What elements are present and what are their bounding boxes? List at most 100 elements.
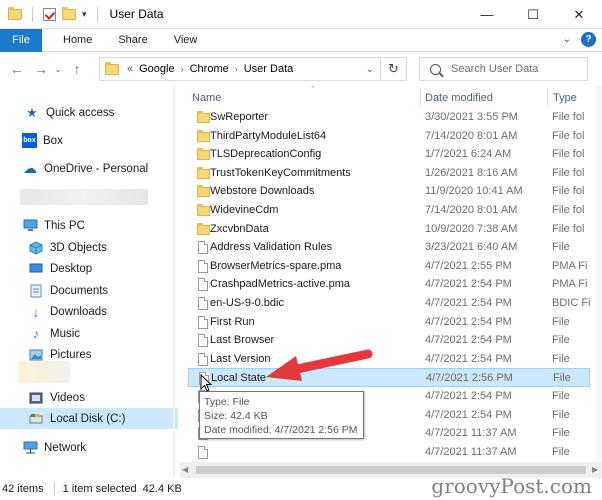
refresh-icon[interactable]: ↻ [381, 57, 407, 81]
breadcrumb-google[interactable]: Google [139, 63, 174, 75]
table-row[interactable]: ThirdPartyModuleList64 7/14/2020 8:01 AM F… [188, 127, 590, 146]
column-divider[interactable] [420, 88, 421, 108]
file-date-modified: 4/7/2021 2:54 PM [425, 297, 512, 309]
tab-home[interactable]: Home [50, 29, 105, 52]
sidebar-item-label: Videos [50, 391, 85, 404]
forward-arrow-icon[interactable]: → [30, 58, 52, 80]
cloud-icon: ☁ [23, 160, 37, 176]
chevron-right-icon[interactable]: › [181, 64, 184, 74]
tooltip-date: Date modified: 4/7/2021 2:56 PM [204, 424, 358, 436]
address-bar[interactable]: « Google › Chrome › User Data ⌄ [99, 57, 381, 81]
table-row[interactable]: en-US-9-0.bdic 4/7/2021 2:54 PM BDIC Fi [188, 294, 591, 313]
file-date-modified: 11/9/2020 10:41 AM [425, 185, 523, 198]
sidebar-item-desktop[interactable]: Desktop [0, 258, 178, 279]
recent-locations-chevron-icon[interactable]: ⌄ [52, 58, 64, 80]
expand-ribbon-chevron-icon[interactable]: ⌄ [563, 34, 571, 45]
navigation-pane: ★ Quick access box Box ☁ OneDrive - Pers… [0, 86, 178, 478]
address-dropdown-icon[interactable]: ⌄ [366, 64, 374, 75]
table-row[interactable]: TrustTokenKeyCommitments 1/26/2021 8:16 A… [188, 164, 590, 183]
file-icon [198, 352, 208, 366]
sidebar-item-box[interactable]: box Box [0, 130, 178, 151]
properties-icon[interactable] [43, 7, 56, 21]
sidebar-item-label: OneDrive - Personal [44, 162, 149, 175]
vertical-scrollbar[interactable] [596, 86, 602, 462]
window-controls: — ☐ ✕ [464, 0, 602, 29]
file-name: Webstore Downloads [210, 185, 315, 198]
file-date-modified: 4/7/2021 11:37 AM [425, 445, 517, 458]
column-header-type[interactable]: Type [553, 92, 577, 104]
column-divider[interactable] [547, 88, 548, 108]
scrollbar-thumb[interactable] [196, 466, 586, 474]
table-row[interactable]: Last Browser 4/7/2021 2:54 PM File [188, 331, 590, 350]
table-row[interactable]: Local State 4/7/2021 2:56 PM File [188, 368, 590, 388]
table-row[interactable]: TLSDeprecationConfig 1/7/2021 6:24 AM File… [188, 145, 590, 164]
help-icon[interactable]: ? [581, 32, 596, 47]
file-icon [198, 445, 208, 459]
table-row[interactable]: Webstore Downloads 11/9/2020 10:41 AM File… [188, 182, 590, 201]
file-name: TLSDeprecationConfig [210, 148, 322, 161]
breadcrumb-user-data[interactable]: User Data [244, 63, 294, 75]
table-row[interactable]: Last Version 4/7/2021 2:54 PM File [188, 350, 590, 369]
cube-icon [28, 240, 44, 255]
scroll-right-icon[interactable]: ▶ [592, 465, 598, 474]
sidebar-item-downloads[interactable]: ↓ Downloads [0, 301, 178, 322]
table-row[interactable]: SwReporter 3/30/2021 3:55 PM File fol [188, 108, 590, 127]
back-arrow-icon[interactable]: ← [6, 58, 28, 80]
file-type: File fol [552, 185, 585, 198]
file-date-modified: 4/7/2021 11:37 AM [425, 427, 517, 440]
sidebar-item-3d-objects[interactable]: 3D Objects [0, 237, 178, 258]
close-button[interactable]: ✕ [556, 0, 602, 29]
sidebar-item-videos[interactable]: Videos [0, 387, 178, 408]
table-row[interactable]: Address Validation Rules 3/23/2021 6:40 A… [188, 238, 590, 257]
file-name: Address Validation Rules [210, 241, 333, 254]
column-header-name[interactable]: Name [192, 92, 221, 104]
customize-toolbar-dropdown-icon[interactable]: ▾ [82, 9, 87, 20]
file-name: First Run [210, 315, 255, 328]
tab-file[interactable]: File [0, 28, 42, 52]
folder-icon [197, 222, 210, 235]
table-row[interactable]: CrashpadMetrics-active.pma 4/7/2021 2:54 … [188, 275, 590, 294]
new-folder-icon[interactable] [62, 6, 76, 20]
sidebar-item-music[interactable]: ♪ Music [0, 323, 178, 344]
redacted-area [20, 189, 148, 205]
selection-info: 1 item selected 42.4 KB [62, 483, 182, 495]
table-row[interactable]: First Run 4/7/2021 2:54 PM File [188, 313, 590, 332]
window-title: User Data [109, 7, 164, 21]
navigation-pane-scrollbar[interactable] [173, 86, 175, 478]
sidebar-item-quick-access[interactable]: ★ Quick access [0, 102, 178, 123]
table-row[interactable]: ZxcvbnData 10/9/2020 7:38 AM File fol [188, 220, 590, 239]
search-icon [430, 63, 441, 75]
title-bar: ▾ User Data — ☐ ✕ [0, 0, 602, 29]
column-header-date[interactable]: Date modified [425, 92, 493, 104]
sidebar-item-network[interactable]: Network [0, 437, 178, 458]
sidebar-item-local-disk[interactable]: Local Disk (C:) [0, 408, 178, 429]
search-placeholder[interactable]: Search User Data [451, 63, 538, 75]
table-row[interactable]: BrowserMetrics-spare.pma 4/7/2021 2:55 PM… [188, 257, 590, 276]
file-date-modified: 1/7/2021 6:24 AM [425, 148, 512, 161]
file-type: File [552, 445, 570, 458]
scroll-left-icon[interactable]: ◀ [182, 465, 188, 474]
folder-icon [105, 61, 119, 75]
sidebar-item-onedrive[interactable]: ☁ OneDrive - Personal [0, 158, 178, 179]
file-type: File [552, 408, 570, 421]
overflow-crumb[interactable]: « [127, 63, 133, 75]
up-arrow-icon[interactable]: ↑ [66, 58, 88, 80]
chevron-right-icon[interactable]: › [235, 64, 238, 74]
file-date-modified: 4/7/2021 2:54 PM [425, 408, 512, 421]
file-type: File fol [552, 204, 585, 216]
sidebar-item-this-pc[interactable]: This PC [0, 215, 178, 236]
maximize-button[interactable]: ☐ [510, 0, 556, 29]
breadcrumb-chrome[interactable]: Chrome [190, 63, 229, 75]
table-row[interactable]: WidevineCdm 7/14/2020 8:01 AM File fol [188, 201, 590, 220]
tab-share[interactable]: Share [105, 29, 160, 52]
search-box[interactable]: Search User Data [419, 57, 588, 81]
column-headers: ⌃ Name Date modified Type [180, 86, 602, 110]
file-name: ThirdPartyModuleList64 [210, 129, 327, 142]
tab-view[interactable]: View [161, 29, 211, 52]
red-arrow-annotation [266, 349, 373, 381]
sidebar-item-documents[interactable]: Documents [0, 280, 178, 301]
minimize-button[interactable]: — [464, 0, 510, 29]
file-type: File fol [552, 129, 585, 142]
table-row[interactable]: 4/7/2021 11:37 AM File [188, 443, 590, 462]
file-type: File [552, 315, 570, 328]
